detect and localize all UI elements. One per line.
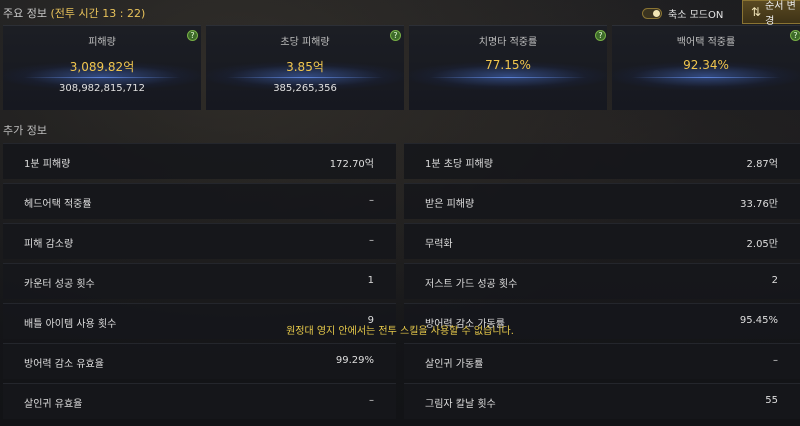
stat-label: 피해량 (88, 37, 116, 48)
question-icon[interactable]: ? (595, 30, 606, 41)
row-value: 2.05만 (746, 239, 778, 250)
info-row: 받은 피해량 33.76만 (404, 183, 800, 219)
stat-label: 백어택 적중률 (676, 37, 736, 48)
page-title: 주요 정보 (전투 시간 13 : 22) (3, 5, 145, 21)
row-label: 1분 초당 피해량 (425, 159, 493, 170)
compact-mode-label: 축소 모드ON (668, 9, 724, 21)
stat-label: 치명타 적중률 (478, 37, 538, 48)
battle-time: (전투 시간 13 : 22) (50, 7, 146, 20)
stat-value: 3,089.82억 (69, 60, 135, 74)
row-label: 카운터 성공 횟수 (24, 279, 95, 290)
row-label: 살인귀 유효율 (24, 399, 83, 410)
stat-sub-value: 385,265,356 (273, 83, 337, 94)
row-value: 1 (367, 275, 374, 286)
stat-value: 92.34% (683, 58, 729, 72)
title-prefix: 주요 정보 (3, 7, 47, 20)
row-label: 1분 피해량 (24, 159, 71, 170)
change-order-label: 순서 변경 (765, 1, 796, 27)
info-row: 살인귀 유효율 – (3, 383, 396, 419)
row-label: 피해 감소량 (24, 239, 74, 250)
stat-value: 77.15% (485, 58, 531, 72)
section-title: 추가 정보 (3, 124, 47, 137)
row-value: 55 (765, 395, 778, 406)
question-icon[interactable]: ? (790, 30, 800, 41)
info-row: 살인귀 가동률 – (404, 343, 800, 379)
row-value: 2 (771, 275, 778, 286)
stat-card-crit-rate: 치명타 적중률 ? 77.15% (409, 25, 607, 110)
info-row: 그림자 칼날 횟수 55 (404, 383, 800, 419)
row-value: 99.29% (335, 355, 374, 366)
row-label: 저스트 가드 성공 횟수 (425, 279, 518, 290)
system-notice: 원정대 영지 안에서는 전투 스킬을 사용할 수 없습니다. (286, 326, 514, 337)
info-row: 헤드어택 적중률 – (3, 183, 396, 219)
row-value: 2.87억 (746, 159, 778, 170)
info-row: 무력화 2.05만 (404, 223, 800, 259)
info-row: 저스트 가드 성공 횟수 2 (404, 263, 800, 299)
info-row: 1분 초당 피해량 2.87억 (404, 143, 800, 179)
row-label: 살인귀 가동률 (425, 359, 484, 370)
stat-card-damage: 피해량 ? 3,089.82억 308,982,815,712 (3, 25, 201, 110)
question-icon[interactable]: ? (390, 30, 401, 41)
row-label: 헤드어택 적중률 (24, 199, 92, 210)
toggle-switch-icon[interactable] (642, 7, 662, 19)
row-value: – (773, 355, 778, 366)
header: 주요 정보 (전투 시간 13 : 22) 축소 모드ON ⇅ 순서 변경 (0, 0, 800, 27)
stat-card-back-attack-rate: 백어택 적중률 ? 92.34% (612, 25, 800, 110)
row-value: – (369, 195, 374, 206)
row-label: 받은 피해량 (425, 199, 475, 210)
row-label: 방어력 감소 유효율 (24, 359, 104, 370)
change-order-button[interactable]: ⇅ 순서 변경 (742, 0, 800, 27)
row-value: – (369, 235, 374, 246)
stat-label: 초당 피해량 (280, 37, 330, 48)
info-row: 카운터 성공 횟수 1 (3, 263, 396, 299)
row-label: 무력화 (425, 239, 453, 250)
row-value: – (369, 395, 374, 406)
info-row: 방어력 감소 유효율 99.29% (3, 343, 396, 379)
row-value: 33.76만 (740, 199, 778, 210)
stat-card-dps: 초당 피해량 ? 3.85억 385,265,356 (206, 25, 404, 110)
compact-mode-toggle[interactable]: 축소 모드ON (642, 5, 723, 21)
stat-sub-value: 308,982,815,712 (59, 83, 145, 94)
info-row: 피해 감소량 – (3, 223, 396, 259)
question-icon[interactable]: ? (187, 30, 198, 41)
stat-value: 3.85억 (286, 60, 324, 74)
swap-icon: ⇅ (751, 5, 762, 19)
info-row: 1분 피해량 172.70억 (3, 143, 396, 179)
row-label: 그림자 칼날 횟수 (425, 399, 496, 410)
row-value: 172.70억 (329, 159, 374, 170)
